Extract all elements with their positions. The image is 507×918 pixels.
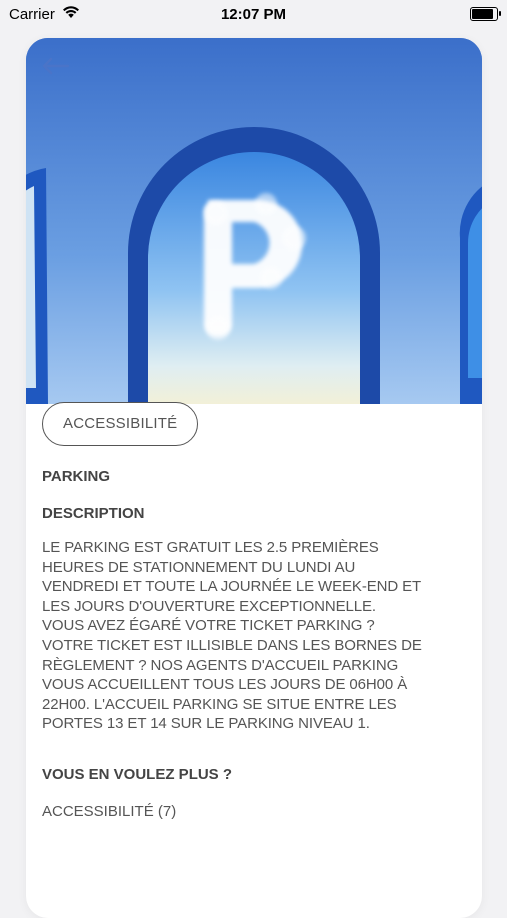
tag-accessibility-button[interactable]: ACCESSIBILITÉ	[42, 402, 199, 446]
more-heading: VOUS EN VOULEZ PLUS ?	[42, 765, 233, 783]
battery-icon	[470, 7, 501, 21]
back-button[interactable]	[38, 54, 72, 82]
status-bar: Carrier 12:07 PM	[0, 0, 507, 30]
description-text: LE PARKING EST GRATUIT LES 2.5 PREMIÈRES…	[42, 539, 422, 733]
status-time: 12:07 PM	[220, 6, 287, 23]
place-title: PARKING	[42, 468, 111, 485]
arrow-left-icon	[40, 57, 70, 80]
accessibility-more-link[interactable]: ACCESSIBILITÉ (7)	[42, 803, 422, 820]
hero-image	[26, 38, 482, 404]
description-heading: DESCRIPTION	[42, 505, 145, 522]
detail-content: ACCESSIBILITÉ PARKING DESCRIPTION LE PAR…	[42, 402, 422, 820]
